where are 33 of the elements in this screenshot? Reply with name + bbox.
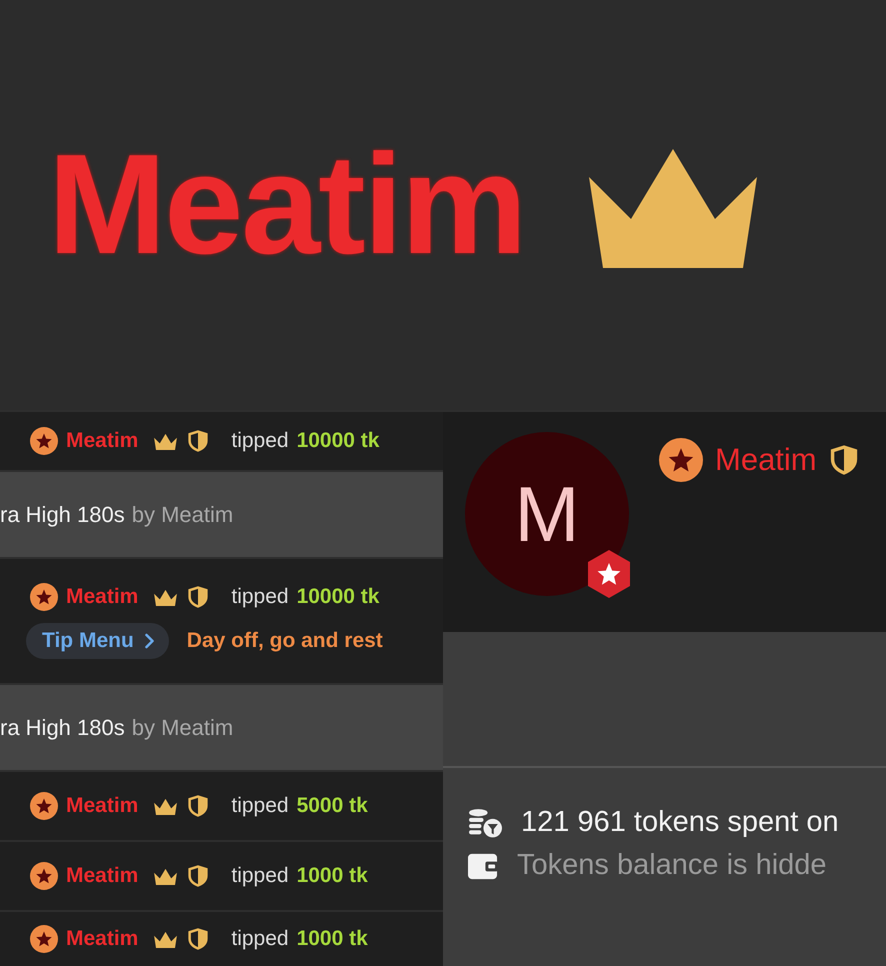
username[interactable]: Meatim — [66, 794, 138, 818]
chevron-icon — [144, 633, 155, 649]
tip-text: tipped — [231, 864, 289, 888]
username[interactable]: Meatim — [715, 442, 817, 478]
tip-text: tipped — [231, 585, 289, 609]
username[interactable]: Meatim — [66, 585, 138, 609]
coins-icon — [467, 806, 503, 838]
tokens-spent-text: 121 961 tokens spent on — [521, 806, 839, 839]
tip-text: tipped — [231, 927, 289, 951]
tip-amount: 10000 tk — [296, 585, 380, 609]
avatar: M — [465, 432, 629, 596]
tip-amount: 1000 tk — [296, 864, 368, 888]
song-author: by Meatim — [132, 714, 234, 740]
username[interactable]: Meatim — [66, 927, 138, 951]
level-icon — [659, 438, 703, 482]
song-title: ra High 180s — [0, 714, 125, 740]
username[interactable]: Meatim — [66, 864, 138, 888]
balance-text: Tokens balance is hidde — [517, 849, 827, 882]
tip-menu-button[interactable]: Tip Menu — [26, 623, 169, 659]
level-icon — [30, 583, 58, 611]
level-icon — [30, 862, 58, 890]
level-icon — [30, 792, 58, 820]
level-icon — [30, 427, 58, 455]
tip-text: tipped — [231, 794, 289, 818]
tip-amount: 10000 tk — [296, 429, 380, 453]
tip-amount: 5000 tk — [296, 794, 368, 818]
tip-text: tipped — [231, 429, 289, 453]
level-icon — [30, 925, 58, 953]
username-title: Meatim — [48, 134, 526, 276]
username[interactable]: Meatim — [66, 429, 138, 453]
song-author: by Meatim — [132, 502, 234, 528]
tip-amount: 1000 tk — [296, 927, 368, 951]
song-title: ra High 180s — [0, 502, 125, 528]
